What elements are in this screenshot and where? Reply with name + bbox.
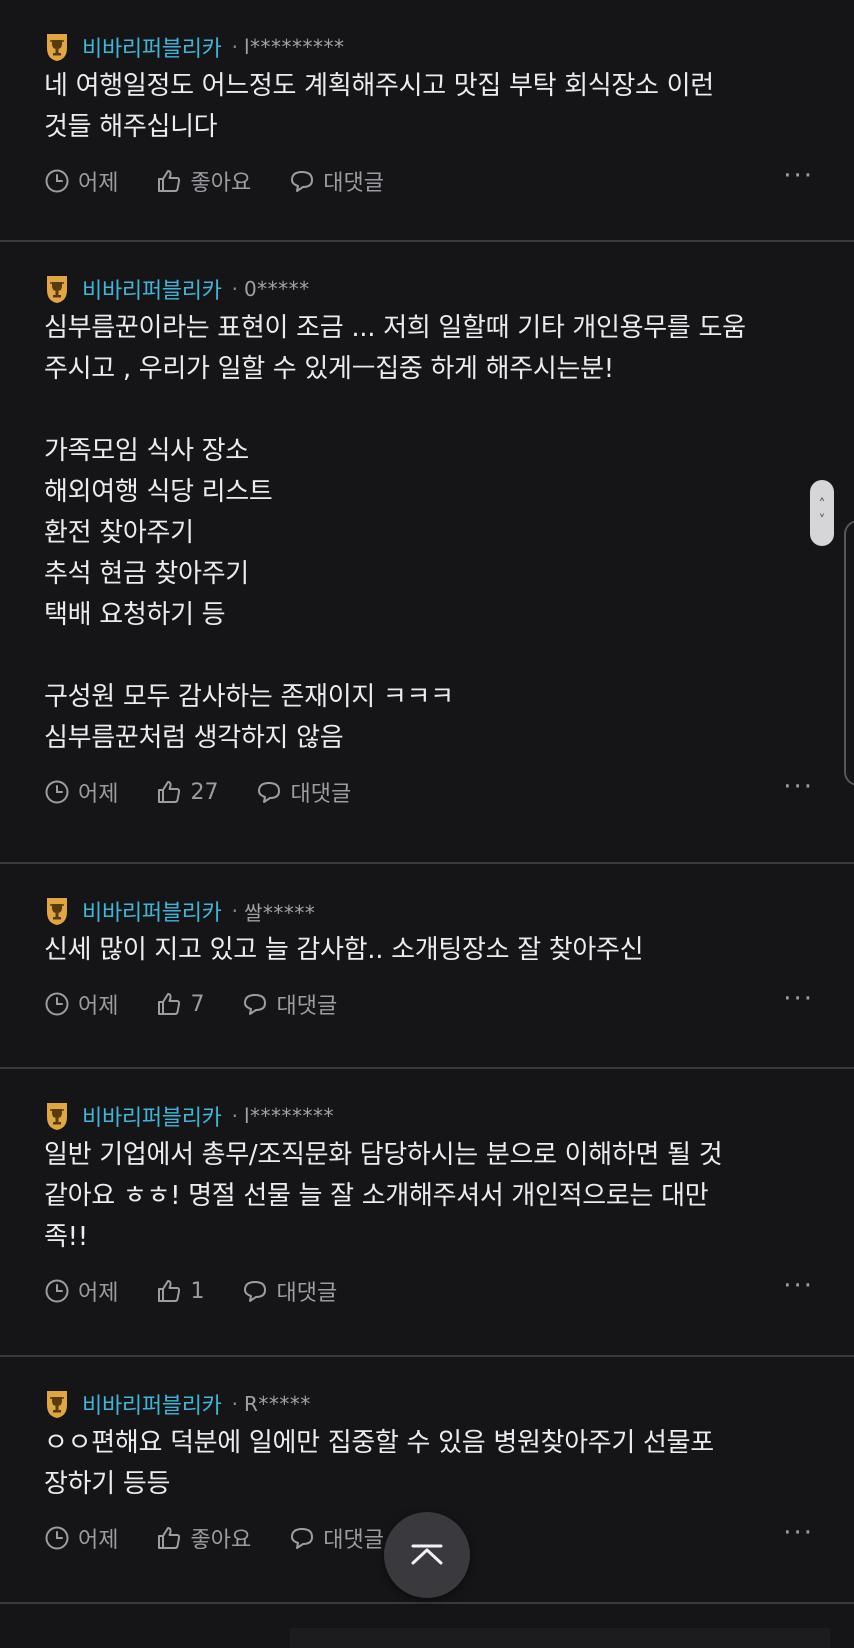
comment-actions: 어제 27 대댓글 ··· <box>44 773 814 811</box>
timestamp-label: 어제 <box>78 171 119 196</box>
clock-icon <box>45 1526 69 1550</box>
comment-meta: 비바리퍼블리카 · l********* <box>44 30 814 64</box>
reply-label: 대댓글 <box>276 994 338 1019</box>
more-options-button[interactable]: ··· <box>783 1273 814 1299</box>
separator: · <box>231 1104 238 1128</box>
clock-icon <box>45 1279 69 1303</box>
speech-bubble-icon <box>291 1528 314 1549</box>
reply-button[interactable]: 대댓글 <box>242 1275 337 1307</box>
comment-text: 신세 많이 지고 있고 늘 감사함.. 소개팅장소 잘 찾아주신 <box>44 935 644 965</box>
comment-item: 비바리퍼블리카 · l********* 네 여행일정도 어느정도 계획해주시고… <box>0 0 854 242</box>
like-button[interactable]: 1 <box>156 1278 204 1304</box>
company-name[interactable]: 비바리퍼블리카 <box>82 1388 222 1420</box>
timestamp: 어제 <box>44 988 118 1020</box>
thumbs-up-icon <box>158 1527 181 1549</box>
scroll-up-icon: ˄ <box>818 497 826 513</box>
reply-label: 대댓글 <box>323 1528 384 1553</box>
like-button[interactable]: 좋아요 <box>156 165 251 197</box>
trophy-icon <box>47 1103 67 1130</box>
comment-text: ㅇㅇ편해요 덕분에 일에만 집중할 수 있음 병원찾아주기 선물포 장하기 등등 <box>44 1428 714 1499</box>
trophy-icon <box>47 898 67 925</box>
thumbs-up-icon <box>158 1280 181 1302</box>
comment-text: 네 여행일정도 어느정도 계획해주시고 맛집 부탁 회식장소 이런 것들 해주십… <box>44 71 714 142</box>
reply-button[interactable]: 대댓글 <box>242 988 337 1020</box>
like-button[interactable]: 좋아요 <box>156 1522 251 1554</box>
comment-item: 비바리퍼블리카 · 0***** 심부름꾼이라는 표현이 조금 ... 저희 일… <box>0 242 854 864</box>
like-button[interactable]: 7 <box>156 991 204 1017</box>
company-name[interactable]: 비바리퍼블리카 <box>82 895 222 927</box>
clock-icon <box>45 992 69 1016</box>
timestamp-label: 어제 <box>78 1281 119 1306</box>
speech-bubble-icon <box>291 171 314 192</box>
comment-meta: 비바리퍼블리카 · l******** <box>44 1099 814 1133</box>
scroll-handle[interactable]: ˄ ˅ <box>810 480 834 546</box>
like-label: 7 <box>190 991 205 1017</box>
comment-actions: 어제 1 대댓글 ··· <box>44 1272 814 1310</box>
author-nickname: 0***** <box>243 277 310 301</box>
separator: · <box>231 1392 238 1416</box>
reply-label: 대댓글 <box>323 171 384 196</box>
scroll-down-icon: ˅ <box>818 513 826 529</box>
like-label: 27 <box>190 779 219 805</box>
more-options-button[interactable]: ··· <box>783 774 814 800</box>
timestamp: 어제 <box>44 1275 118 1307</box>
comment-item: 비바리퍼블리카 · 쌀***** 신세 많이 지고 있고 늘 감사함.. 소개팅… <box>0 864 854 1069</box>
comment-meta: 비바리퍼블리카 · R***** <box>44 1387 814 1421</box>
company-name[interactable]: 비바리퍼블리카 <box>82 273 222 305</box>
author-nickname: 쌀***** <box>243 900 316 925</box>
speech-bubble-icon <box>244 994 267 1015</box>
speech-bubble-icon <box>244 1281 267 1302</box>
more-options-button[interactable]: ··· <box>783 986 814 1012</box>
like-button[interactable]: 27 <box>156 779 218 805</box>
author-nickname: R***** <box>243 1392 311 1416</box>
separator: · <box>231 277 238 301</box>
company-name[interactable]: 비바리퍼블리카 <box>82 31 222 63</box>
comment-text: 일반 기업에서 총무/조직문화 담당하시는 분으로 이해하면 될 것 같아요 ㅎ… <box>44 1140 723 1252</box>
timestamp-label: 어제 <box>78 1528 119 1553</box>
separator: · <box>231 899 238 923</box>
separator: · <box>231 35 238 59</box>
timestamp: 어제 <box>44 165 118 197</box>
trophy-icon <box>47 34 67 61</box>
speech-bubble-icon <box>258 782 281 803</box>
timestamp-label: 어제 <box>78 782 119 807</box>
comment-item: 비바리퍼블리카 · l******** 일반 기업에서 총무/조직문화 담당하시… <box>0 1069 854 1357</box>
timestamp-label: 어제 <box>78 994 119 1019</box>
thumbs-up-icon <box>158 993 181 1015</box>
author-nickname: l********* <box>243 35 345 59</box>
trophy-icon <box>47 276 67 303</box>
reply-button[interactable]: 대댓글 <box>289 1522 384 1554</box>
more-options-button[interactable]: ··· <box>783 1520 814 1546</box>
author-nickname: l******** <box>243 1104 335 1128</box>
comment-actions: 어제 좋아요 대댓글 ··· <box>44 162 814 200</box>
comment-meta: 비바리퍼블리카 · 쌀***** <box>44 894 814 928</box>
scrollbar-track[interactable] <box>844 520 854 786</box>
comment-text: 심부름꾼이라는 표현이 조금 ... 저희 일할때 기타 개인용무를 도움 주시… <box>44 313 746 753</box>
like-label: 1 <box>190 1278 205 1304</box>
more-options-button[interactable]: ··· <box>783 163 814 189</box>
timestamp: 어제 <box>44 776 118 808</box>
like-label: 좋아요 <box>190 1528 252 1553</box>
chevron-up-icon <box>411 1544 443 1565</box>
thumbs-up-icon <box>158 781 181 803</box>
scroll-to-top-button[interactable] <box>384 1512 470 1598</box>
timestamp: 어제 <box>44 1522 118 1554</box>
comment-list: 비바리퍼블리카 · l********* 네 여행일정도 어느정도 계획해주시고… <box>0 0 854 1604</box>
thumbs-up-icon <box>158 170 181 192</box>
bottom-bar <box>290 1628 830 1648</box>
reply-button[interactable]: 대댓글 <box>289 165 384 197</box>
company-name[interactable]: 비바리퍼블리카 <box>82 1100 222 1132</box>
comment-meta: 비바리퍼블리카 · 0***** <box>44 272 814 306</box>
clock-icon <box>45 169 69 193</box>
reply-button[interactable]: 대댓글 <box>256 776 351 808</box>
trophy-icon <box>47 1391 67 1418</box>
comment-actions: 어제 7 대댓글 ··· <box>44 985 814 1023</box>
reply-label: 대댓글 <box>276 1281 338 1306</box>
clock-icon <box>45 780 69 804</box>
reply-label: 대댓글 <box>290 782 352 807</box>
like-label: 좋아요 <box>190 171 252 196</box>
